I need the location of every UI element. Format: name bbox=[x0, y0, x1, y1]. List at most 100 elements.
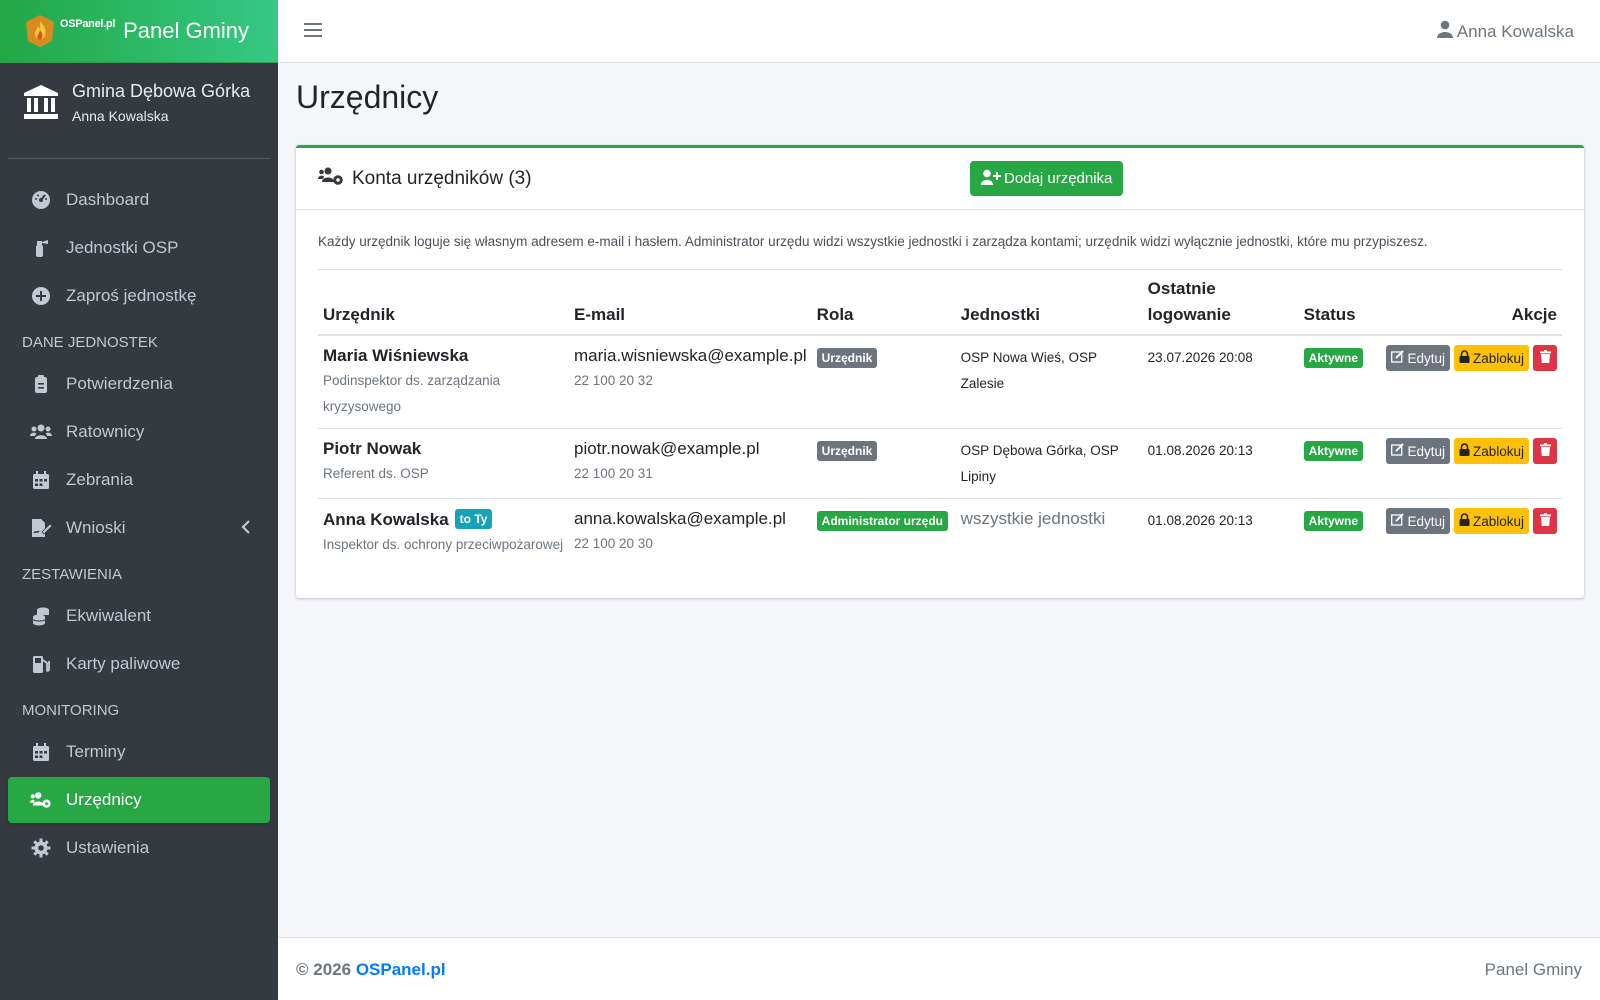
menu-toggle-icon[interactable] bbox=[304, 22, 322, 38]
block-label: Zablokuj bbox=[1472, 513, 1524, 529]
sidebar-item-dashboard[interactable]: Dashboard bbox=[8, 177, 270, 223]
col-header-official[interactable]: Urzędnik bbox=[318, 270, 569, 336]
sidebar-item-label: Jednostki OSP bbox=[66, 238, 179, 257]
table-row: Anna Kowalska to Ty Inspektor ds. ochrony… bbox=[318, 499, 1562, 567]
tachometer-icon bbox=[30, 189, 52, 211]
block-button[interactable]: Zablokuj bbox=[1453, 508, 1529, 534]
info-text: Każdy urzędnik loguje się własnym adrese… bbox=[318, 234, 1562, 270]
edit-label: Edytuj bbox=[1407, 443, 1445, 459]
page-title: Urzędnicy bbox=[296, 79, 439, 115]
official-units: wszystkie jednostki bbox=[960, 509, 1106, 528]
official-email[interactable]: anna.kowalska@example.pl bbox=[574, 509, 807, 529]
edit-button[interactable]: Edytuj bbox=[1386, 438, 1450, 464]
sidebar-item-label: Ratownicy bbox=[66, 422, 145, 441]
officials-table: Urzędnik E-mail Rola Jednostki Ostatnie l… bbox=[318, 270, 1562, 566]
block-button[interactable]: Zablokuj bbox=[1453, 345, 1529, 371]
col-header-email[interactable]: E-mail bbox=[569, 270, 812, 336]
card-title: Konta urzędników (3) bbox=[352, 167, 532, 189]
official-email[interactable]: maria.wisniewska@example.pl bbox=[574, 346, 807, 366]
cog-icon bbox=[30, 837, 52, 859]
lock-icon bbox=[1459, 513, 1470, 529]
edit-icon bbox=[1391, 513, 1405, 529]
sidebar-item-label: Urzędnicy bbox=[66, 790, 142, 809]
footer-app-name: Panel Gminy bbox=[1484, 960, 1582, 979]
nav-header-monitoring: MONITORING bbox=[22, 701, 120, 719]
sidebar-item-zebrania[interactable]: Zebrania bbox=[8, 457, 270, 503]
delete-button[interactable] bbox=[1533, 345, 1557, 371]
trash-icon bbox=[1539, 350, 1551, 366]
sidebar-item-wnioski[interactable]: Wnioski bbox=[8, 505, 270, 551]
sidebar-item-label: Ekwiwalent bbox=[66, 606, 152, 625]
official-phone: 22 100 20 32 bbox=[574, 373, 653, 388]
col-header-units[interactable]: Jednostki bbox=[955, 270, 1143, 336]
sidebar-item-urzednicy[interactable]: Urzędnicy bbox=[8, 777, 270, 823]
block-label: Zablokuj bbox=[1472, 350, 1524, 366]
user-menu[interactable]: Anna Kowalska bbox=[1436, 20, 1574, 43]
delete-button[interactable] bbox=[1533, 438, 1557, 464]
sidebar-item-label: Ustawienia bbox=[66, 838, 150, 857]
calendar-icon bbox=[30, 469, 52, 491]
sidebar-item-label: Zaproś jednostkę bbox=[66, 286, 197, 305]
status-badge: Aktywne bbox=[1303, 348, 1364, 368]
clipboard-icon bbox=[30, 373, 52, 395]
users-cog-icon bbox=[318, 166, 344, 191]
status-badge: Aktywne bbox=[1303, 441, 1364, 461]
edit-label: Edytuj bbox=[1407, 513, 1445, 529]
official-name: Anna Kowalska bbox=[323, 510, 449, 529]
sidebar-item-terminy[interactable]: Terminy bbox=[8, 729, 270, 775]
copyright-text: © 2026 bbox=[296, 960, 352, 979]
block-label: Zablokuj bbox=[1472, 443, 1524, 459]
col-header-status[interactable]: Status bbox=[1298, 270, 1369, 336]
user-menu-name: Anna Kowalska bbox=[1456, 21, 1574, 41]
official-position: Referent ds. OSP bbox=[323, 466, 429, 481]
sidebar-item-label: Wnioski bbox=[66, 518, 126, 537]
gmina-name[interactable]: Gmina Dębowa Górka bbox=[72, 81, 250, 102]
sidebar-item-ustawienia[interactable]: Ustawienia bbox=[8, 825, 270, 871]
official-units: OSP Nowa Wieś, OSP Zalesie bbox=[960, 350, 1097, 391]
col-header-role[interactable]: Rola bbox=[811, 270, 956, 336]
official-phone: 22 100 20 31 bbox=[574, 466, 653, 481]
trash-icon bbox=[1539, 513, 1551, 529]
table-row: Piotr Nowak Referent ds. OSP piotr.nowak… bbox=[318, 428, 1562, 499]
role-badge: Urzędnik bbox=[816, 348, 878, 368]
edit-label: Edytuj bbox=[1407, 350, 1445, 366]
chevron-left-icon[interactable] bbox=[240, 519, 252, 540]
table-row: Maria Wiśniewska Podinspektor ds. zarząd… bbox=[318, 335, 1562, 429]
fire-extinguisher-icon bbox=[30, 237, 52, 259]
lock-icon bbox=[1459, 443, 1470, 459]
user-plus-icon bbox=[981, 169, 1001, 189]
edit-button[interactable]: Edytuj bbox=[1386, 508, 1450, 534]
sidebar-item-karty-paliwowe[interactable]: Karty paliwowe bbox=[8, 641, 270, 687]
trash-icon bbox=[1539, 443, 1551, 459]
edit-icon bbox=[1391, 443, 1405, 459]
sidebar: OSPanel.pl Panel Gminy Gmina Dębowa Górk… bbox=[0, 0, 278, 1000]
sidebar-item-ratownicy[interactable]: Ratownicy bbox=[8, 409, 270, 455]
officials-card: Konta urzędników (3) Dodaj urzędnika Każ… bbox=[296, 145, 1584, 598]
official-phone: 22 100 20 30 bbox=[574, 536, 653, 551]
brand-link[interactable]: OSPanel.pl Panel Gminy bbox=[0, 0, 278, 63]
edit-button[interactable]: Edytuj bbox=[1386, 345, 1450, 371]
logo-text: OSPanel.pl bbox=[60, 18, 116, 30]
official-name: Maria Wiśniewska bbox=[323, 346, 469, 365]
card-body: Każdy urzędnik loguje się własnym adrese… bbox=[296, 210, 1584, 566]
footer: © 2026 OSPanel.pl Panel Gminy bbox=[278, 937, 1600, 1000]
sidebar-item-jednostki-osp[interactable]: Jednostki OSP bbox=[8, 225, 270, 271]
sidebar-item-potwierdzenia[interactable]: Potwierdzenia bbox=[8, 361, 270, 407]
col-header-last-login[interactable]: Ostatnie logowanie bbox=[1142, 270, 1299, 336]
footer-link[interactable]: OSPanel.pl bbox=[356, 960, 446, 979]
table-header-row: Urzędnik E-mail Rola Jednostki Ostatnie l… bbox=[318, 270, 1562, 336]
sidebar-nav: Dashboard Jednostki OSP Zaproś jednostkę… bbox=[0, 159, 278, 871]
block-button[interactable]: Zablokuj bbox=[1453, 438, 1529, 464]
sidebar-item-zapros-jednostke[interactable]: Zaproś jednostkę bbox=[8, 273, 270, 319]
sidebar-item-label: Dashboard bbox=[66, 190, 150, 209]
sidebar-item-ekwiwalent[interactable]: Ekwiwalent bbox=[8, 593, 270, 639]
landmark-icon bbox=[22, 83, 60, 121]
add-official-button[interactable]: Dodaj urzędnika bbox=[970, 161, 1124, 196]
official-name-wrap: Anna Kowalska to Ty bbox=[323, 509, 564, 530]
official-email[interactable]: piotr.nowak@example.pl bbox=[574, 439, 807, 459]
add-official-label: Dodaj urzędnika bbox=[1004, 170, 1113, 187]
last-login: 01.08.2026 20:13 bbox=[1147, 513, 1253, 528]
you-badge: to Ty bbox=[454, 509, 493, 529]
delete-button[interactable] bbox=[1533, 508, 1557, 534]
user-name: Anna Kowalska bbox=[72, 108, 169, 124]
